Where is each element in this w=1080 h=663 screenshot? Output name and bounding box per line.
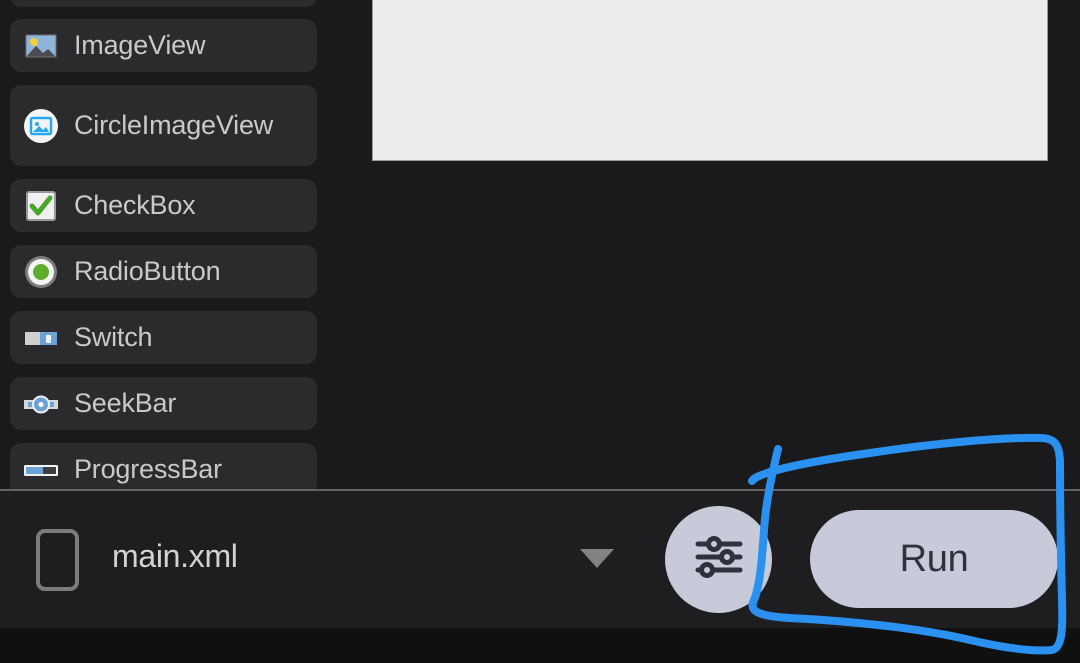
list-item-label: CheckBox [74,189,196,220]
switch-icon [23,320,59,356]
list-item-label: CircleImageView [74,109,274,140]
run-button[interactable]: Run [810,510,1058,608]
list-item-checkbox[interactable]: CheckBox [10,179,317,232]
list-item-progressbar[interactable]: ProgressBar [10,443,317,490]
list-item-seekbar[interactable]: SeekBar [10,377,317,430]
file-name-label[interactable]: main.xml [112,538,238,575]
widget-palette-list[interactable]: ImageView CircleImageView CheckBox Radio… [0,0,330,490]
circle-image-view-icon [23,108,59,144]
list-item-circleimageview[interactable]: CircleImageView [10,85,317,166]
android-builder-screen: ImageView CircleImageView CheckBox Radio… [0,0,1080,663]
seekbar-icon [23,386,59,422]
checkbox-icon [23,188,59,224]
list-item-label: ImageView [74,29,206,60]
list-item-label: SeekBar [74,387,177,418]
chevron-down-icon[interactable] [580,549,614,568]
settings-button[interactable] [665,506,772,613]
progressbar-icon [23,452,59,488]
layout-preview-panel[interactable] [372,0,1048,161]
tune-sliders-icon [690,528,748,591]
list-item-label: Switch [74,321,153,352]
list-item-radiobutton[interactable]: RadioButton [10,245,317,298]
run-button-label: Run [899,537,969,580]
radio-button-icon [23,254,59,290]
list-item-label: RadioButton [74,255,221,286]
list-item-label: ProgressBar [74,453,222,484]
list-item[interactable] [10,0,317,7]
image-view-icon [23,28,59,64]
bottom-system-strip [0,628,1080,663]
list-item-switch[interactable]: Switch [10,311,317,364]
list-item-imageview[interactable]: ImageView [10,19,317,72]
device-phone-icon[interactable] [36,529,79,591]
